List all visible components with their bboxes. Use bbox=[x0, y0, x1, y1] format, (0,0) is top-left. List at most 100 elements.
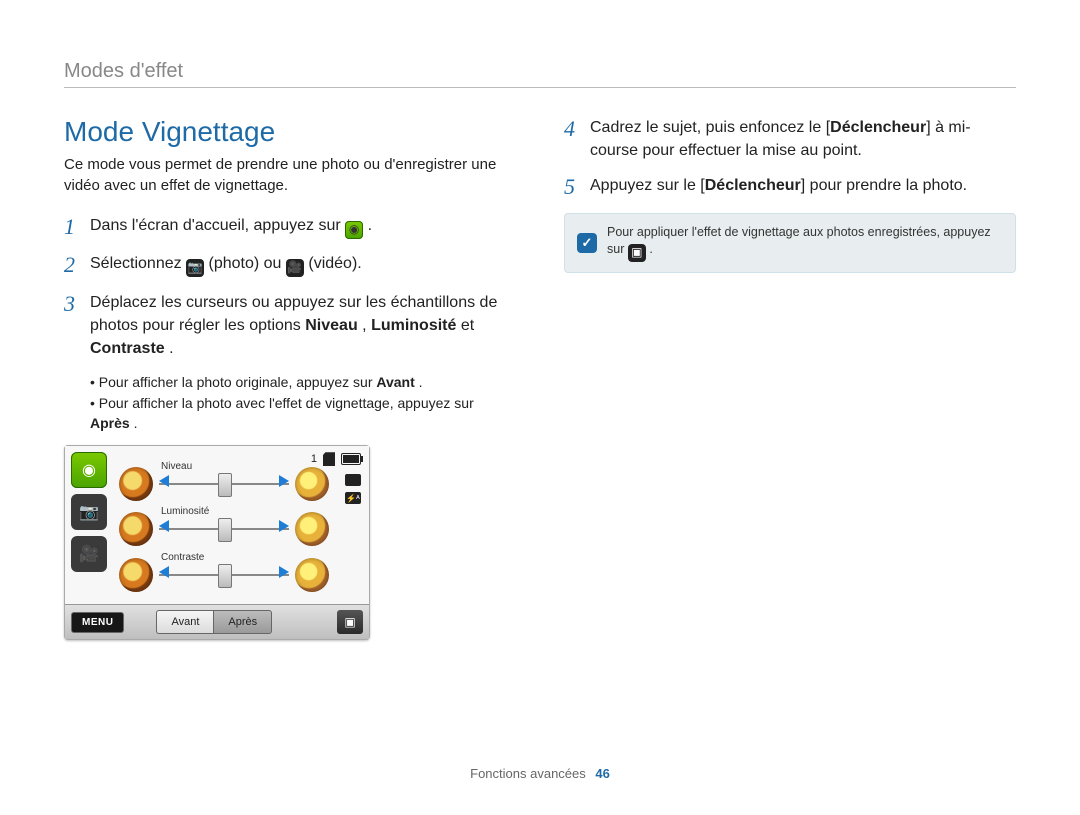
screen-left-icons: ◉ 📷 🎥 bbox=[71, 452, 111, 598]
arrow-right-icon bbox=[279, 520, 289, 532]
bold-contraste: Contraste bbox=[90, 340, 165, 357]
sample-thumb-left[interactable] bbox=[119, 467, 153, 501]
apply-icon: ▣ bbox=[344, 615, 355, 629]
mode-icon[interactable]: ◉ bbox=[71, 452, 107, 488]
camera-icon: 📷 bbox=[186, 259, 204, 277]
menu-button[interactable]: MENU bbox=[71, 612, 124, 633]
step-number: 2 bbox=[64, 252, 90, 278]
text: Pour afficher la photo avec l'effet de v… bbox=[99, 395, 474, 411]
step-body: Déplacez les curseurs ou appuyez sur les… bbox=[90, 291, 516, 361]
hdr-icon bbox=[345, 474, 361, 486]
arrow-left-icon bbox=[159, 520, 169, 532]
slider-handle[interactable] bbox=[218, 473, 232, 497]
text: . bbox=[649, 242, 652, 256]
before-after-tabs: Avant Après bbox=[156, 610, 272, 634]
bold-declencheur: Déclencheur bbox=[830, 119, 926, 136]
step-body: Sélectionnez 📷 (photo) ou 🎥 (vidéo). bbox=[90, 252, 362, 277]
step-2: 2 Sélectionnez 📷 (photo) ou 🎥 (vidéo). bbox=[64, 252, 516, 278]
slider-label: Niveau bbox=[161, 461, 192, 472]
tab-apres[interactable]: Après bbox=[213, 610, 272, 634]
step-4: 4 Cadrez le sujet, puis enfoncez le [Déc… bbox=[564, 116, 1016, 162]
step-5: 5 Appuyez sur le [Déclencheur] pour pren… bbox=[564, 174, 1016, 200]
indicator-hdr bbox=[345, 474, 361, 486]
step-text: . bbox=[169, 340, 173, 357]
step-text: et bbox=[461, 317, 474, 334]
sample-thumb-right[interactable] bbox=[295, 558, 329, 592]
page-number: 46 bbox=[595, 766, 609, 781]
right-column: 4 Cadrez le sujet, puis enfoncez le [Déc… bbox=[564, 116, 1016, 640]
indicator-flash: ⚡ᴬ bbox=[345, 492, 361, 504]
intro-paragraph: Ce mode vous permet de prendre une photo… bbox=[64, 154, 516, 196]
step-text: (vidéo). bbox=[308, 255, 361, 272]
text: . bbox=[134, 415, 138, 431]
arrow-right-icon bbox=[279, 566, 289, 578]
text: Pour afficher la photo originale, appuye… bbox=[99, 374, 377, 390]
sample-thumb-left[interactable] bbox=[119, 558, 153, 592]
apply-icon: ▣ bbox=[628, 244, 646, 262]
slider-handle[interactable] bbox=[218, 518, 232, 542]
sub-bullet-avant: Pour afficher la photo originale, appuye… bbox=[90, 372, 516, 392]
photo-mode-icon[interactable]: 📷 bbox=[71, 494, 107, 530]
step-number: 3 bbox=[64, 291, 90, 317]
step-text: Appuyez sur le [ bbox=[590, 177, 705, 194]
camera-screenshot: ◉ 📷 🎥 1 ⚡ᴬ Niveau bbox=[64, 445, 370, 640]
video-icon: 🎥 bbox=[286, 259, 304, 277]
step-text: Cadrez le sujet, puis enfoncez le [ bbox=[590, 119, 830, 136]
step-text: (photo) ou bbox=[209, 255, 286, 272]
flash-auto-icon: ⚡ᴬ bbox=[345, 492, 361, 504]
slider-area: Niveau Luminosité bbox=[119, 460, 329, 596]
step-1: 1 Dans l'écran d'accueil, appuyez sur ◉ … bbox=[64, 214, 516, 240]
camera-bottom-bar: MENU Avant Après ▣ bbox=[65, 604, 369, 639]
apply-button[interactable]: ▣ bbox=[337, 610, 363, 634]
steps-list-left: 1 Dans l'écran d'accueil, appuyez sur ◉ … bbox=[64, 214, 516, 360]
bold-niveau: Niveau bbox=[305, 317, 357, 334]
two-column-layout: Mode Vignettage Ce mode vous permet de p… bbox=[64, 116, 1016, 640]
step-number: 5 bbox=[564, 174, 590, 200]
slider-luminosite[interactable]: Luminosité bbox=[119, 508, 329, 548]
sample-thumb-right[interactable] bbox=[295, 512, 329, 546]
sub-bullet-apres: Pour afficher la photo avec l'effet de v… bbox=[90, 393, 516, 434]
step-text: ] pour prendre la photo. bbox=[801, 177, 967, 194]
note-text: Pour appliquer l'effet de vignettage aux… bbox=[607, 224, 1003, 262]
step-number: 4 bbox=[564, 116, 590, 142]
sample-thumb-right[interactable] bbox=[295, 467, 329, 501]
tab-avant[interactable]: Avant bbox=[156, 610, 213, 634]
bold-luminosite: Luminosité bbox=[371, 317, 456, 334]
battery-icon bbox=[341, 453, 361, 465]
step-body: Appuyez sur le [Déclencheur] pour prendr… bbox=[590, 174, 967, 197]
step-text: , bbox=[362, 317, 371, 334]
footer-label: Fonctions avancées bbox=[470, 766, 586, 781]
step-text: Sélectionnez bbox=[90, 255, 186, 272]
arrow-left-icon bbox=[159, 566, 169, 578]
slider-label: Luminosité bbox=[161, 506, 209, 517]
video-mode-icon[interactable]: 🎥 bbox=[71, 536, 107, 572]
section-header: Modes d'effet bbox=[64, 60, 1016, 88]
arrow-left-icon bbox=[159, 475, 169, 487]
slider-niveau[interactable]: Niveau bbox=[119, 463, 329, 503]
step-text: . bbox=[368, 217, 372, 234]
step-body: Dans l'écran d'accueil, appuyez sur ◉ . bbox=[90, 214, 372, 239]
step-number: 1 bbox=[64, 214, 90, 240]
bold-declencheur: Déclencheur bbox=[705, 177, 801, 194]
arrow-right-icon bbox=[279, 475, 289, 487]
slider-contraste[interactable]: Contraste bbox=[119, 554, 329, 594]
info-note: ✓ Pour appliquer l'effet de vignettage a… bbox=[564, 213, 1016, 273]
text: Pour appliquer l'effet de vignettage aux… bbox=[607, 225, 991, 257]
page-footer: Fonctions avancées 46 bbox=[0, 766, 1080, 781]
camera-screen: ◉ 📷 🎥 1 ⚡ᴬ Niveau bbox=[65, 446, 369, 604]
sub-bullets: Pour afficher la photo originale, appuye… bbox=[90, 372, 516, 433]
manual-page: Modes d'effet Mode Vignettage Ce mode vo… bbox=[0, 0, 1080, 815]
step-3: 3 Déplacez les curseurs ou appuyez sur l… bbox=[64, 291, 516, 361]
step-text: Dans l'écran d'accueil, appuyez sur bbox=[90, 217, 345, 234]
slider-handle[interactable] bbox=[218, 564, 232, 588]
page-title: Mode Vignettage bbox=[64, 116, 516, 148]
left-column: Mode Vignettage Ce mode vous permet de p… bbox=[64, 116, 516, 640]
steps-list-right: 4 Cadrez le sujet, puis enfoncez le [Déc… bbox=[564, 116, 1016, 201]
bold-avant: Avant bbox=[376, 374, 414, 390]
slider-label: Contraste bbox=[161, 552, 204, 563]
bold-apres: Après bbox=[90, 415, 130, 431]
vignette-app-icon: ◉ bbox=[345, 221, 363, 239]
text: . bbox=[419, 374, 423, 390]
sample-thumb-left[interactable] bbox=[119, 512, 153, 546]
step-body: Cadrez le sujet, puis enfoncez le [Décle… bbox=[590, 116, 1016, 162]
